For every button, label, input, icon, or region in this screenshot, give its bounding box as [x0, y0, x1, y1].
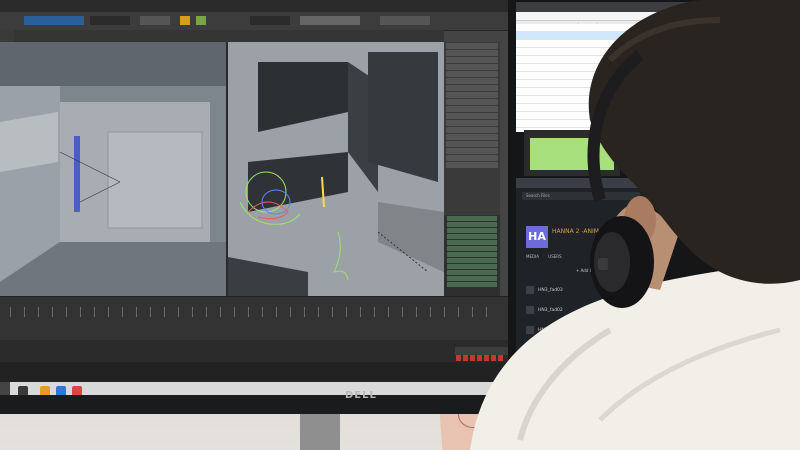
photo-scene: DELL docs.google.com	[0, 0, 800, 450]
person-with-headphones	[470, 0, 800, 450]
